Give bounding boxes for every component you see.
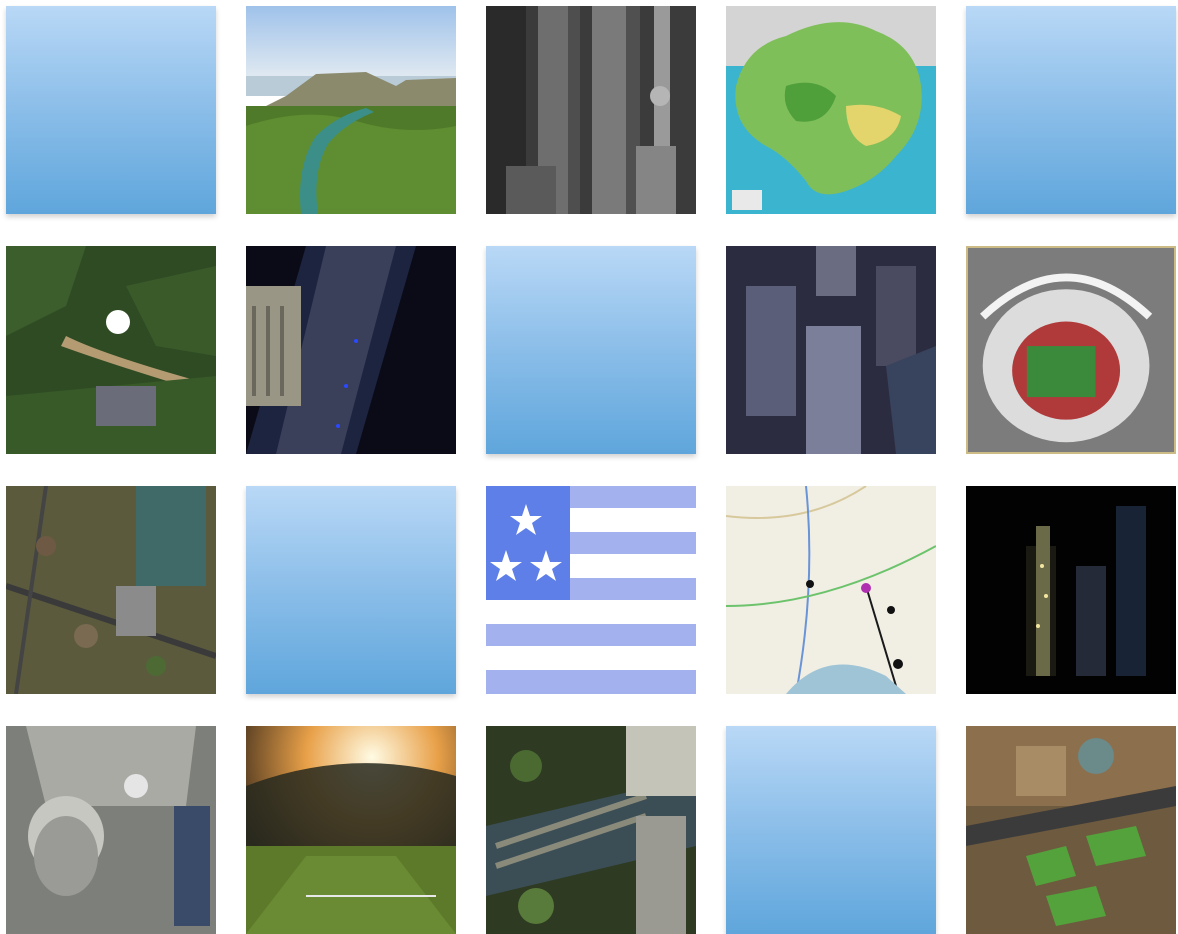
gallery-tile-5-placeholder[interactable] [966, 6, 1176, 214]
gallery-tile-7-night-bridge[interactable] [246, 246, 456, 454]
gallery-tile-2-coastal-river-valley[interactable] [246, 6, 456, 214]
gallery-tile-11-suburb-aerial[interactable] [6, 486, 216, 694]
gallery-tile-15-night-skyline[interactable] [966, 486, 1176, 694]
gallery-tile-1-placeholder[interactable] [6, 6, 216, 214]
gallery-tile-12-placeholder[interactable] [246, 486, 456, 694]
gallery-tile-6-forest-observatory[interactable] [6, 246, 216, 454]
gallery-tile-9-city-office-towers[interactable] [726, 246, 936, 454]
gallery-tile-16-beehive-building-aerial[interactable] [6, 726, 216, 934]
gallery-tile-18-city-river-bridges[interactable] [486, 726, 696, 934]
gallery-tile-14-road-route-map[interactable] [726, 486, 936, 694]
gallery-tile-19-placeholder[interactable] [726, 726, 936, 934]
gallery-tile-10-stadium-aerial[interactable] [966, 246, 1176, 454]
gallery-tile-8-placeholder[interactable] [486, 246, 696, 454]
gallery-tile-17-stadium-sunset-pitch[interactable] [246, 726, 456, 934]
gallery-tile-4-terrain-region-map[interactable] [726, 6, 936, 214]
gallery-tile-3-skyscraper-aerial[interactable] [486, 6, 696, 214]
gallery-tile-13-three-star-striped-flag[interactable] [486, 486, 696, 694]
gallery-tile-20-town-square-aerial[interactable] [966, 726, 1176, 934]
